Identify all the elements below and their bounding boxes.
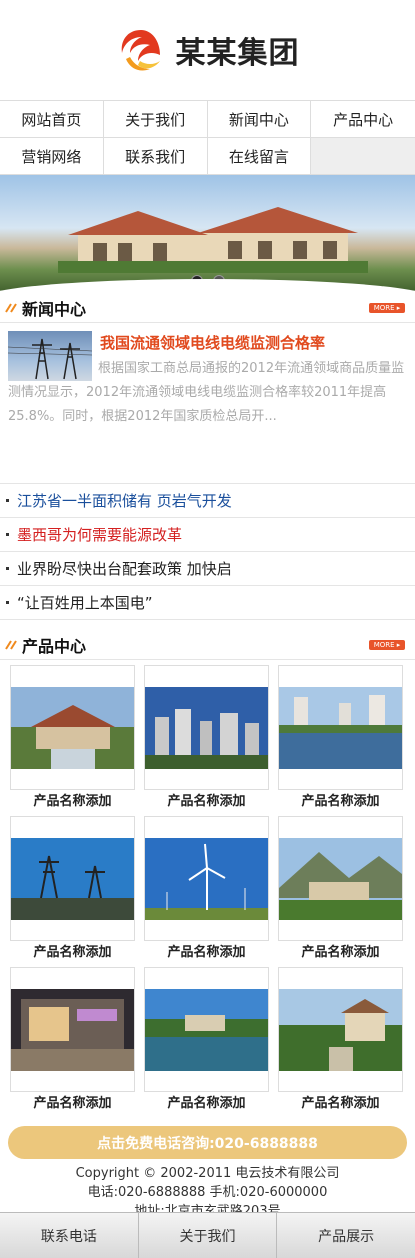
nav-item-products[interactable]: 产品中心 — [311, 101, 415, 138]
news-item[interactable]: “让百姓用上本国电” — [0, 586, 415, 620]
nav-item-about[interactable]: 关于我们 — [103, 101, 208, 138]
call-consult-button[interactable]: 点击免费电话咨询:020-6888888 — [8, 1126, 407, 1159]
title-slashes-icon — [5, 302, 17, 313]
product-card[interactable]: 产品名称添加 — [278, 665, 403, 816]
product-name[interactable]: 产品名称添加 — [144, 790, 269, 814]
product-image-resort — [11, 686, 134, 769]
news-item[interactable]: 业界盼尽快出台配套政策 加快启 — [0, 552, 415, 586]
product-name[interactable]: 产品名称添加 — [10, 790, 135, 814]
product-card[interactable]: 产品名称添加 — [144, 665, 269, 816]
product-name[interactable]: 产品名称添加 — [10, 1092, 135, 1116]
villa-illustration — [58, 207, 368, 273]
product-image-garden-villa — [279, 988, 402, 1071]
power-tower-thumbnail — [8, 331, 92, 381]
product-card[interactable]: 产品名称添加 — [144, 816, 269, 967]
news-feature[interactable]: 我国流通领域电线电缆监测合格率 根据国家工商总局通报的2012年流通领域商品质量… — [0, 323, 415, 483]
product-card[interactable]: 产品名称添加 — [10, 967, 135, 1118]
site-header: 某某集团 — [0, 0, 415, 100]
product-name[interactable]: 产品名称添加 — [144, 1092, 269, 1116]
news-item-title[interactable]: “让百姓用上本国电” — [17, 592, 153, 613]
product-image-hotel-night — [11, 988, 134, 1071]
product-name[interactable]: 产品名称添加 — [278, 1092, 403, 1116]
product-image-wind-turbine — [145, 837, 268, 920]
product-card[interactable]: 产品名称添加 — [144, 967, 269, 1118]
nav-filler — [311, 138, 415, 175]
title-slashes-icon — [5, 639, 17, 650]
news-list: 江苏省一半面积储有 页岩气开发 墨西哥为何需要能源改革 业界盼尽快出台配套政策 … — [0, 483, 415, 620]
product-card[interactable]: 产品名称添加 — [278, 967, 403, 1118]
footer-copyright: Copyright © 2002-2011 电云技术有限公司 — [75, 1166, 340, 1181]
products-section-header: 产品中心 MORE ▸ — [0, 630, 415, 660]
news-item[interactable]: 江苏省一半面积储有 页岩气开发 — [0, 484, 415, 518]
brand-logo[interactable]: 某某集团 — [116, 25, 300, 75]
product-name[interactable]: 产品名称添加 — [278, 790, 403, 814]
product-name[interactable]: 产品名称添加 — [144, 941, 269, 965]
bottom-tab-bar: 联系电话 关于我们 产品展示 — [0, 1212, 415, 1258]
product-image-waterfront-villa — [145, 988, 268, 1071]
product-card[interactable]: 产品名称添加 — [10, 816, 135, 967]
product-image-lakeside — [279, 686, 402, 769]
nav-item-network[interactable]: 营销网络 — [0, 138, 104, 175]
news-item-title[interactable]: 业界盼尽快出台配套政策 加快启 — [17, 558, 232, 579]
product-grid: 产品名称添加 产品名称添加 产品名称添加 产品名称添加 产品名称添加 产品名称添… — [0, 660, 415, 1118]
product-image-mountain-resort — [279, 837, 402, 920]
nav-item-home[interactable]: 网站首页 — [0, 101, 104, 138]
news-feature-title[interactable]: 我国流通领域电线电缆监测合格率 — [100, 329, 407, 357]
news-item-title[interactable]: 江苏省一半面积储有 页岩气开发 — [17, 490, 232, 511]
news-section-header: 新闻中心 MORE ▸ — [0, 293, 415, 323]
news-more-button[interactable]: MORE ▸ — [369, 302, 405, 313]
nav-item-news[interactable]: 新闻中心 — [207, 101, 312, 138]
tab-about-us[interactable]: 关于我们 — [139, 1213, 278, 1258]
bullet-icon — [6, 533, 9, 536]
bullet-icon — [6, 567, 9, 570]
footer-phones: 电话:020-6888888 手机:020-6000000 — [87, 1185, 328, 1200]
product-image-city — [145, 686, 268, 769]
tab-products[interactable]: 产品展示 — [277, 1213, 415, 1258]
bullet-icon — [6, 601, 9, 604]
brand-name: 某某集团 — [175, 36, 300, 71]
product-card[interactable]: 产品名称添加 — [278, 816, 403, 967]
product-name[interactable]: 产品名称添加 — [278, 941, 403, 965]
hero-banner[interactable] — [0, 175, 415, 293]
product-name[interactable]: 产品名称添加 — [10, 941, 135, 965]
news-section-title: 新闻中心 — [22, 299, 87, 319]
main-nav: 网站首页 关于我们 新闻中心 产品中心 营销网络 联系我们 在线留言 — [0, 100, 415, 175]
news-item-title[interactable]: 墨西哥为何需要能源改革 — [17, 524, 182, 545]
products-more-button[interactable]: MORE ▸ — [369, 639, 405, 650]
tab-contact-phone[interactable]: 联系电话 — [0, 1213, 139, 1258]
product-image-mine-tower — [11, 837, 134, 920]
news-item[interactable]: 墨西哥为何需要能源改革 — [0, 518, 415, 552]
brand-swirl-icon — [121, 30, 160, 71]
nav-item-message[interactable]: 在线留言 — [207, 138, 312, 175]
nav-item-contact[interactable]: 联系我们 — [103, 138, 208, 175]
products-section-title: 产品中心 — [22, 636, 87, 656]
product-card[interactable]: 产品名称添加 — [10, 665, 135, 816]
bullet-icon — [6, 499, 9, 502]
